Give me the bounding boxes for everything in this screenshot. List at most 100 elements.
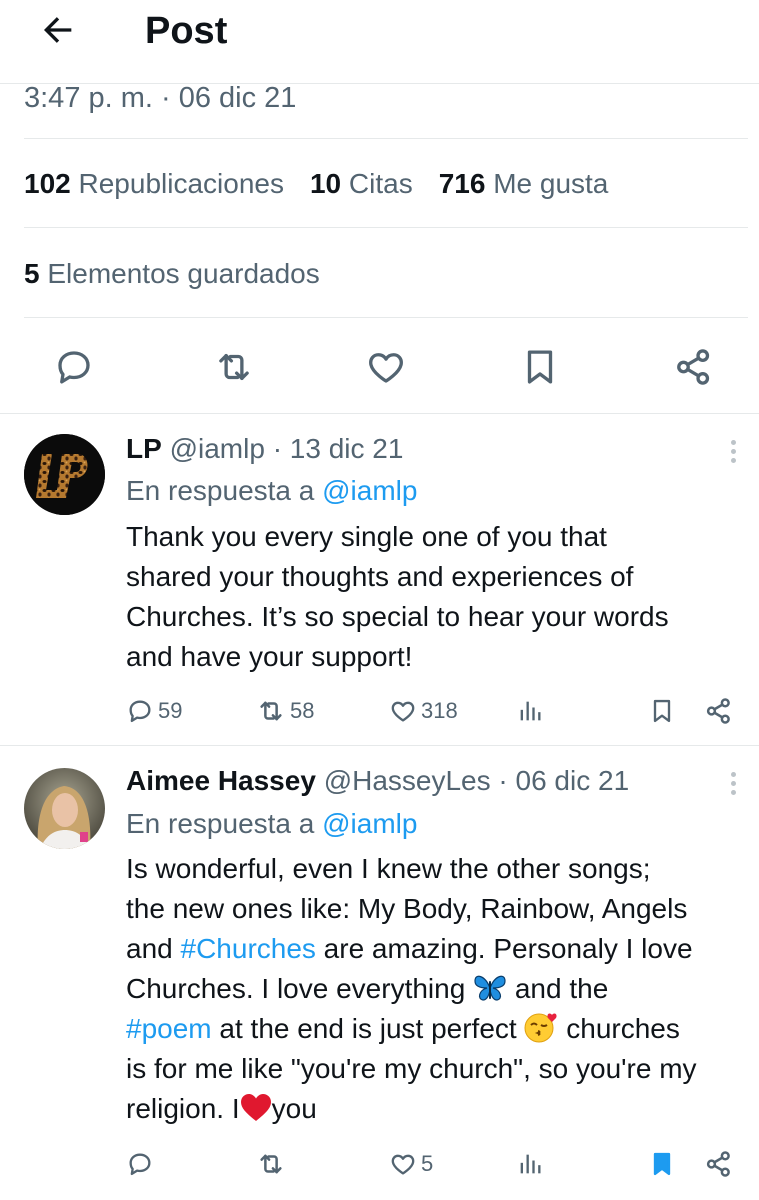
divider	[24, 227, 748, 228]
text-segment: and	[126, 933, 181, 964]
share-icon	[706, 698, 730, 724]
quotes-label: Citas	[348, 168, 413, 199]
top-bar: Post	[0, 0, 759, 84]
share-icon	[706, 1151, 730, 1177]
text-segment: are amazing. Personaly I love	[315, 933, 693, 964]
author-name[interactable]: LP	[126, 433, 162, 464]
in-reply-prefix: En respuesta a	[126, 475, 323, 506]
reply-text-line: the new ones like: My Body, Rainbow, Ang…	[126, 893, 688, 924]
reposts-label: Republicaciones	[78, 168, 284, 199]
kissing-face-emoji	[524, 1013, 558, 1043]
reply-text-line: Thank you every single one of you that	[126, 521, 607, 552]
arrow-left-icon	[44, 17, 72, 43]
hashtag-link[interactable]: #Churches	[181, 933, 316, 964]
repost-icon	[219, 353, 249, 381]
bookmark-button[interactable]	[648, 691, 676, 731]
reply-count-button[interactable]	[126, 1144, 158, 1184]
reply-count: 59	[158, 698, 183, 723]
mention-link[interactable]: @iamlp	[322, 475, 417, 506]
reposts-stat[interactable]: 102 Republicaciones	[24, 166, 284, 202]
reply-text: Is wonderful, even I knew the other song…	[126, 849, 754, 1129]
likes-label: Me gusta	[493, 168, 609, 199]
bookmark-icon	[527, 350, 553, 384]
likes-stat[interactable]: 716 Me gusta	[439, 166, 609, 202]
quotes-stat[interactable]: 10 Citas	[310, 166, 413, 202]
like-count: 318	[421, 698, 458, 723]
heart-icon	[369, 353, 403, 383]
bookmark-button[interactable]	[648, 1144, 676, 1184]
repost-icon	[260, 1154, 282, 1174]
reply-header: Aimee Hassey @HasseyLes · 06 dic 21	[126, 764, 629, 798]
reply-header: LP @iamlp · 13 dic 21	[126, 432, 403, 466]
reply-count-button[interactable]: 59	[126, 691, 182, 731]
text-segment: religion. I	[126, 1093, 240, 1124]
reply-bubble-icon	[58, 351, 90, 384]
reply-text-line: and #Churches are amazing. Personaly I l…	[126, 929, 754, 969]
repost-count: 58	[290, 698, 315, 723]
bookmark-button[interactable]	[516, 340, 564, 394]
reply-text-line: shared your thoughts and experiences of	[126, 561, 634, 592]
text-segment: Churches. I love everything	[126, 973, 474, 1004]
reply-text-line: Churches. It’s so special to hear your w…	[126, 601, 669, 632]
share-button[interactable]	[670, 340, 718, 394]
page-title: Post	[145, 10, 228, 52]
quotes-count: 10	[309, 168, 342, 199]
like-count: 5	[421, 1151, 434, 1176]
views-button[interactable]	[516, 691, 544, 731]
avatar[interactable]	[24, 434, 105, 515]
reply-text-line: is for me like "you're my church", so yo…	[126, 1053, 697, 1084]
analytics-bars-icon	[520, 701, 541, 721]
share-icon	[677, 349, 710, 385]
reply-date[interactable]: · 06 dic 21	[498, 765, 629, 796]
more-options-button[interactable]	[722, 766, 744, 800]
mention-link[interactable]: @iamlp	[322, 808, 417, 839]
avatar[interactable]	[24, 768, 105, 849]
in-reply-prefix: En respuesta a	[126, 808, 323, 839]
reply-bubble-icon	[129, 700, 151, 723]
bookmark-icon	[653, 699, 671, 723]
heart-icon	[391, 1154, 415, 1175]
back-button[interactable]	[36, 8, 80, 52]
text-segment: and the	[507, 973, 609, 1004]
author-handle[interactable]: @HasseyLes	[324, 765, 491, 796]
reply-bubble-icon	[129, 1153, 151, 1176]
heart-icon	[391, 701, 415, 722]
repost-icon	[260, 701, 282, 721]
reply-item[interactable]: LP @iamlp · 13 dic 21 En respuesta a @ia…	[0, 414, 759, 746]
repost-count-button[interactable]: 58	[256, 691, 314, 731]
reply-text-line: Churches. I love everything and the	[126, 969, 754, 1009]
divider	[24, 317, 748, 318]
bookmarks-label: Elementos guardados	[47, 258, 320, 289]
like-button[interactable]	[362, 340, 410, 394]
divider	[24, 138, 748, 139]
author-name[interactable]: Aimee Hassey	[126, 765, 316, 796]
post-timestamp[interactable]: 3:47 p. m. · 06 dic 21	[24, 80, 296, 116]
reply-date[interactable]: · 13 dic 21	[273, 433, 404, 464]
text-segment: you	[271, 1093, 317, 1124]
bookmark-filled-icon	[653, 1152, 671, 1176]
bookmarks-stat[interactable]: 5 Elementos guardados	[24, 256, 320, 292]
reply-text-line: #poem at the end is just perfect churche…	[126, 1009, 754, 1049]
profile-photo-avatar	[24, 768, 105, 849]
hashtag-link[interactable]: #poem	[126, 1013, 212, 1044]
reposts-count: 102	[24, 168, 71, 199]
post-stats: 102 Republicaciones 10 Citas 716 Me gust…	[24, 166, 608, 202]
reply-text-line: Is wonderful, even I knew the other song…	[126, 853, 651, 884]
text-segment: at the end is just perfect	[211, 1013, 525, 1044]
reply-item[interactable]: Aimee Hassey @HasseyLes · 06 dic 21 En r…	[0, 746, 759, 1200]
in-reply-to: En respuesta a @iamlp	[126, 474, 417, 508]
share-button[interactable]	[704, 691, 734, 731]
repost-count-button[interactable]	[256, 1144, 290, 1184]
views-button[interactable]	[516, 1144, 544, 1184]
author-handle[interactable]: @iamlp	[170, 433, 265, 464]
repost-button[interactable]	[210, 340, 258, 394]
more-options-button[interactable]	[722, 434, 744, 468]
reply-button[interactable]	[50, 340, 98, 394]
like-count-button[interactable]: 318	[389, 691, 458, 731]
red-heart-emoji	[240, 1094, 271, 1121]
like-count-button[interactable]: 5	[389, 1144, 433, 1184]
reply-text-line: and have your support!	[126, 641, 413, 672]
share-button[interactable]	[704, 1144, 734, 1184]
in-reply-to: En respuesta a @iamlp	[126, 807, 417, 841]
text-segment: churches	[558, 1013, 680, 1044]
